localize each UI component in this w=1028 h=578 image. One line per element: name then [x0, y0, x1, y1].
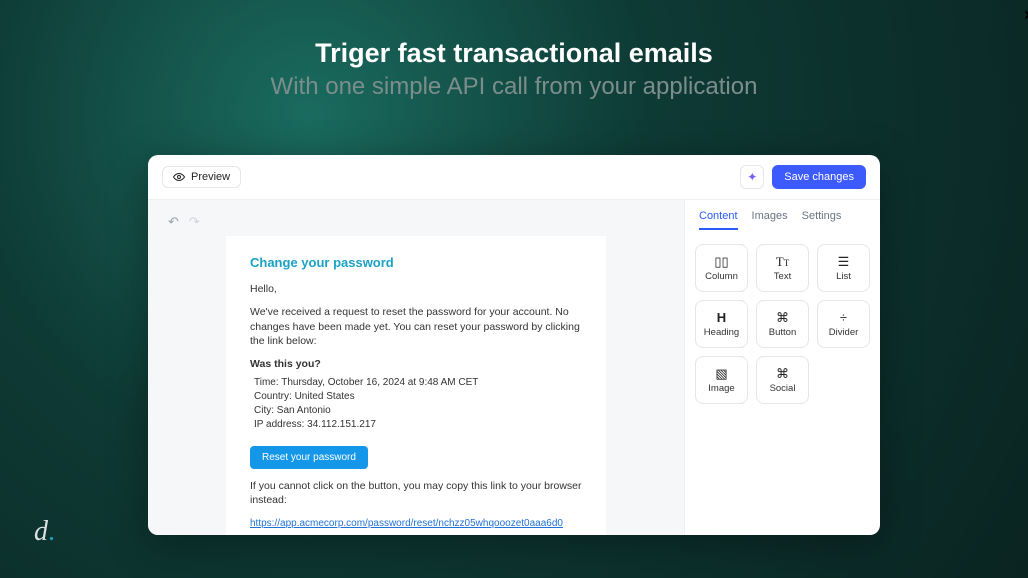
hero-subtitle: With one simple API call from your appli… — [0, 73, 1028, 101]
email-heading: Change your password — [250, 254, 582, 272]
email-meta: Time: Thursday, October 16, 2024 at 9:48… — [254, 376, 582, 432]
tab-settings[interactable]: Settings — [802, 210, 842, 230]
social-icon: ⌘ — [776, 367, 789, 380]
text-icon: TT — [776, 255, 789, 268]
tool-column[interactable]: ▯▯ Column — [695, 244, 748, 292]
preview-button[interactable]: Preview — [162, 166, 241, 188]
tool-column-label: Column — [705, 271, 738, 282]
panel-tabs: Content Images Settings — [695, 200, 870, 238]
eye-icon — [173, 171, 185, 183]
button-icon: ⌘ — [776, 311, 789, 324]
tool-social-label: Social — [770, 383, 796, 394]
email-fallback: If you cannot click on the button, you m… — [250, 479, 582, 508]
topbar-right: ✦ Save changes — [740, 165, 866, 189]
sparkle-icon: ✦ — [747, 170, 757, 184]
email-was-this-you: Was this you? — [250, 357, 582, 372]
tool-list-label: List — [836, 271, 851, 282]
hero-background: Triger fast transactional emails With on… — [0, 0, 1028, 578]
list-icon: ☰ — [838, 255, 850, 268]
email-intro: We've received a request to reset the pa… — [250, 305, 582, 349]
reset-password-button[interactable]: Reset your password — [250, 446, 368, 469]
editor-body: ↶ ↷ Change your password Hello, We've re… — [148, 200, 880, 535]
tool-button[interactable]: ⌘ Button — [756, 300, 809, 348]
history-controls: ↶ ↷ — [168, 214, 664, 230]
topbar: Preview ✦ Save changes — [148, 155, 880, 200]
tool-heading[interactable]: H Heading — [695, 300, 748, 348]
tool-text[interactable]: TT Text — [756, 244, 809, 292]
heading-icon: H — [717, 311, 726, 324]
redo-icon[interactable]: ↷ — [189, 214, 200, 230]
save-button[interactable]: Save changes — [772, 165, 866, 189]
tool-heading-label: Heading — [704, 327, 739, 338]
email-meta-country: Country: United States — [254, 390, 582, 404]
canvas-wrap: ↶ ↷ Change your password Hello, We've re… — [148, 200, 684, 535]
tool-divider-label: Divider — [829, 327, 859, 338]
divider-icon: ÷ — [840, 311, 847, 324]
column-icon: ▯▯ — [714, 255, 728, 268]
email-meta-ip: IP address: 34.112.151.217 — [254, 418, 582, 432]
email-meta-city: City: San Antonio — [254, 404, 582, 418]
brand-logo: d. — [34, 516, 55, 548]
tool-list[interactable]: ☰ List — [817, 244, 870, 292]
tool-button-label: Button — [769, 327, 796, 338]
app-card: Preview ✦ Save changes ↶ ↷ Change your p… — [148, 155, 880, 535]
email-preview: Change your password Hello, We've receiv… — [226, 236, 606, 535]
image-icon: ▧ — [715, 367, 727, 380]
tool-image[interactable]: ▧ Image — [695, 356, 748, 404]
logo-dot-icon: . — [48, 516, 55, 547]
email-greeting: Hello, — [250, 282, 582, 297]
email-meta-time: Time: Thursday, October 16, 2024 at 9:48… — [254, 376, 582, 390]
carousel-next-icon[interactable]: › — [1024, 4, 1028, 25]
tool-social[interactable]: ⌘ Social — [756, 356, 809, 404]
tool-divider[interactable]: ÷ Divider — [817, 300, 870, 348]
preview-label: Preview — [191, 171, 230, 183]
undo-icon[interactable]: ↶ — [168, 214, 179, 230]
email-reset-link[interactable]: https://app.acmecorp.com/password/reset/… — [250, 518, 563, 529]
tool-text-label: Text — [774, 271, 791, 282]
tool-grid: ▯▯ Column TT Text ☰ List H Heading — [695, 244, 870, 404]
tool-image-label: Image — [708, 383, 734, 394]
side-panel: Content Images Settings ▯▯ Column TT Tex… — [684, 200, 880, 535]
logo-letter: d — [34, 516, 48, 547]
tab-images[interactable]: Images — [752, 210, 788, 230]
ai-magic-button[interactable]: ✦ — [740, 165, 764, 189]
tab-content[interactable]: Content — [699, 210, 738, 230]
hero-title: Triger fast transactional emails — [0, 0, 1028, 69]
